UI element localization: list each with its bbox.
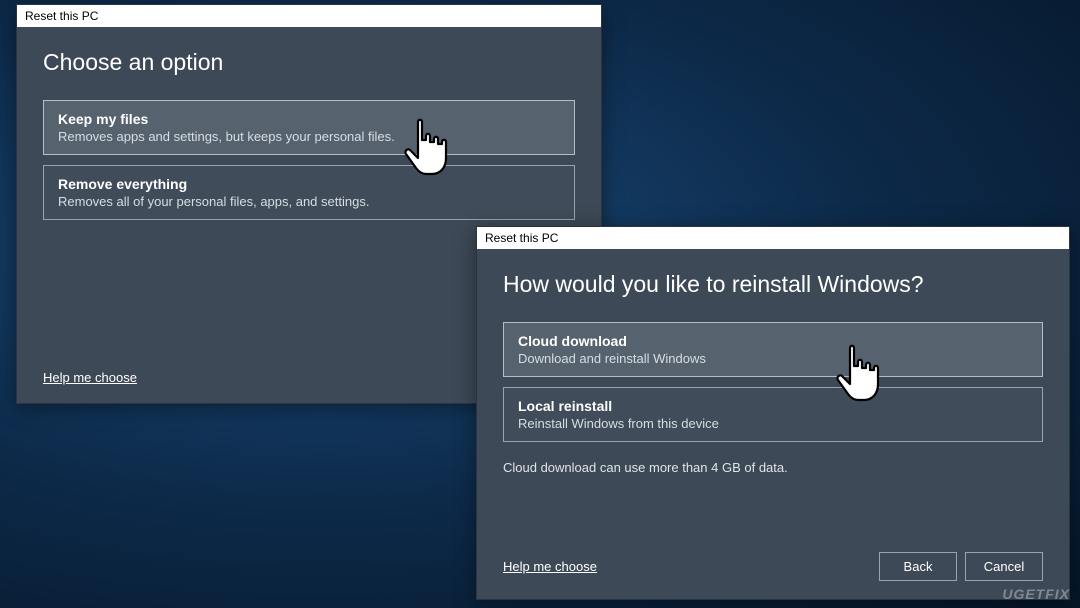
- dialog-titlebar: Reset this PC: [477, 227, 1069, 249]
- cloud-download-note: Cloud download can use more than 4 GB of…: [503, 460, 1043, 475]
- dialog-title: Reset this PC: [485, 231, 558, 245]
- option-local-reinstall[interactable]: Local reinstall Reinstall Windows from t…: [503, 387, 1043, 442]
- option-desc: Removes apps and settings, but keeps you…: [58, 129, 560, 144]
- option-desc: Download and reinstall Windows: [518, 351, 1028, 366]
- dialog-title: Reset this PC: [25, 9, 98, 23]
- footer-buttons: Back Cancel: [879, 552, 1043, 581]
- dialog-titlebar: Reset this PC: [17, 5, 601, 27]
- option-title: Cloud download: [518, 333, 1028, 349]
- back-button[interactable]: Back: [879, 552, 957, 581]
- reset-pc-dialog-reinstall-method: Reset this PC How would you like to rein…: [476, 226, 1070, 600]
- help-me-choose-link[interactable]: Help me choose: [43, 370, 137, 385]
- cancel-button[interactable]: Cancel: [965, 552, 1043, 581]
- option-remove-everything[interactable]: Remove everything Removes all of your pe…: [43, 165, 575, 220]
- dialog-heading: How would you like to reinstall Windows?: [503, 271, 1043, 298]
- dialog-footer: Help me choose Back Cancel: [503, 540, 1043, 581]
- option-desc: Removes all of your personal files, apps…: [58, 194, 560, 209]
- dialog-heading: Choose an option: [43, 49, 575, 76]
- watermark: UGETFIX: [1002, 586, 1070, 602]
- option-desc: Reinstall Windows from this device: [518, 416, 1028, 431]
- option-title: Keep my files: [58, 111, 560, 127]
- option-cloud-download[interactable]: Cloud download Download and reinstall Wi…: [503, 322, 1043, 377]
- option-title: Remove everything: [58, 176, 560, 192]
- option-keep-my-files[interactable]: Keep my files Removes apps and settings,…: [43, 100, 575, 155]
- dialog-body: How would you like to reinstall Windows?…: [477, 249, 1069, 599]
- help-me-choose-link[interactable]: Help me choose: [503, 559, 597, 574]
- option-title: Local reinstall: [518, 398, 1028, 414]
